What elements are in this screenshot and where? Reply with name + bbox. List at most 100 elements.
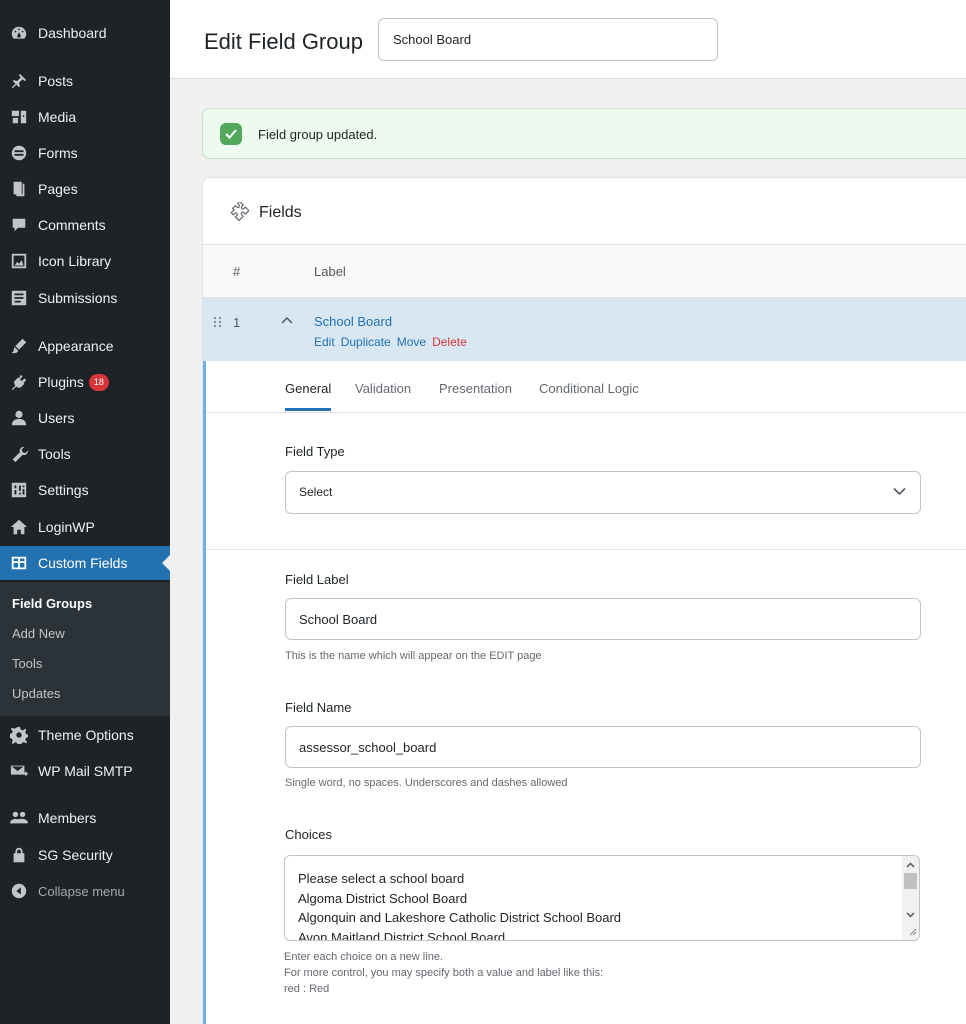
choice-line: Algonquin and Lakeshore Catholic Distric… (298, 910, 622, 925)
image-icon (9, 251, 29, 271)
choices-help: Enter each choice on a new line. For mor… (284, 949, 603, 997)
sidebar-item-theme-options[interactable]: Theme Options (0, 718, 170, 752)
sidebar-item-label: SG Security (38, 847, 113, 863)
sidebar-item-users[interactable]: Users (0, 401, 170, 435)
sidebar-item-submissions[interactable]: Submissions (0, 281, 170, 315)
submenu-item-tools[interactable]: Tools (0, 649, 170, 679)
duplicate-field-link[interactable]: Duplicate (341, 335, 391, 349)
choice-line: Algoma District School Board (298, 890, 468, 906)
collapse-menu-button[interactable]: Collapse menu (0, 874, 170, 908)
field-order-number: 1 (233, 315, 241, 330)
sidebar-item-label: Users (38, 410, 75, 426)
fields-table-header: # Label (203, 245, 966, 298)
tab-general[interactable]: General (285, 381, 332, 411)
custom-fields-submenu: Field Groups Add New Tools Updates (0, 582, 170, 716)
submenu-item-updates[interactable]: Updates (0, 679, 170, 709)
gear-icon (9, 725, 29, 745)
page-header: Edit Field Group (170, 0, 966, 79)
chevron-down-icon (893, 487, 906, 496)
choices-scrollbar[interactable] (902, 856, 919, 940)
choice-line: Please select a school board (298, 871, 465, 886)
field-label-link[interactable]: School Board (314, 314, 392, 329)
sidebar-item-comments[interactable]: Comments (0, 208, 170, 242)
scroll-thumb[interactable] (904, 873, 917, 889)
sidebar-item-media[interactable]: Media (0, 100, 170, 134)
chevron-up-icon[interactable] (281, 316, 293, 326)
move-field-link[interactable]: Move (397, 335, 426, 349)
sidebar-item-label: Tools (38, 446, 71, 462)
sidebar-item-label: Collapse menu (38, 883, 125, 899)
choices-help-line: For more control, you may specify both a… (284, 967, 604, 979)
sidebar-item-custom-fields[interactable]: Custom Fields (0, 546, 170, 580)
sidebar-item-label: Dashboard (38, 25, 107, 41)
sidebar-item-appearance[interactable]: Appearance (0, 329, 170, 363)
choices-help-line: red : Red (284, 983, 330, 995)
sidebar-item-sg-security[interactable]: SG Security (0, 838, 170, 872)
sidebar-item-forms[interactable]: Forms (0, 136, 170, 170)
section-divider (206, 549, 966, 550)
notice-message: Field group updated. (258, 127, 378, 142)
sidebar-item-label: Members (38, 810, 97, 826)
home-icon (9, 517, 29, 537)
sidebar-item-label: Plugins (38, 374, 84, 390)
sidebar-item-wp-mail-smtp[interactable]: WP Mail SMTP (0, 754, 170, 788)
sidebar-item-plugins[interactable]: Plugins 18 (0, 365, 170, 399)
tab-conditional-logic[interactable]: Conditional Logic (539, 381, 639, 408)
sidebar-item-settings[interactable]: Settings (0, 473, 170, 507)
field-name-input[interactable] (285, 726, 921, 768)
tab-validation[interactable]: Validation (355, 381, 411, 408)
field-name-label: Field Name (285, 700, 352, 715)
sidebar-item-label: Submissions (38, 290, 118, 306)
wrench-icon (9, 444, 29, 464)
sidebar-item-label: Settings (38, 482, 89, 498)
edit-field-link[interactable]: Edit (314, 335, 335, 349)
field-type-label: Field Type (285, 444, 345, 459)
sidebar-item-label: Comments (38, 217, 106, 233)
tab-presentation[interactable]: Presentation (439, 381, 512, 408)
submenu-item-add-new[interactable]: Add New (0, 619, 170, 649)
plugin-icon (9, 372, 29, 392)
field-name-help: Single word, no spaces. Underscores and … (285, 777, 568, 789)
admin-sidebar: Dashboard Posts Media Forms Pages Commen… (0, 0, 170, 1024)
sidebar-item-posts[interactable]: Posts (0, 64, 170, 98)
sidebar-item-label: Pages (38, 181, 78, 197)
field-row[interactable]: 1 School Board Edit Duplicate Move Delete (203, 298, 966, 361)
pin-icon (9, 71, 29, 91)
sidebar-item-label: Media (38, 109, 77, 125)
fields-panel: Fields # Label 1 School Board Edit Duplic… (202, 177, 966, 1024)
sidebar-item-label: Custom Fields (38, 555, 128, 571)
dashboard-icon (9, 23, 29, 43)
sidebar-item-pages[interactable]: Pages (0, 172, 170, 206)
sidebar-item-label: Icon Library (38, 253, 112, 269)
sidebar-item-dashboard[interactable]: Dashboard (0, 16, 170, 50)
sidebar-item-members[interactable]: Members (0, 801, 170, 835)
column-header-label: Label (314, 264, 346, 279)
scroll-down-icon[interactable] (906, 912, 915, 918)
sidebar-item-loginwp[interactable]: LoginWP (0, 510, 170, 544)
choices-textarea[interactable]: Please select a school board Algoma Dist… (284, 855, 920, 941)
sidebar-item-tools[interactable]: Tools (0, 437, 170, 471)
field-label-label: Field Label (285, 572, 349, 587)
submenu-item-field-groups[interactable]: Field Groups (0, 589, 170, 619)
fields-panel-title: Fields (259, 204, 302, 221)
settings-icon (9, 480, 29, 500)
field-group-title-input[interactable] (378, 18, 718, 61)
check-icon (220, 123, 242, 145)
choice-line: Avon Maitland District School Board (298, 929, 506, 941)
field-label-input[interactable] (285, 598, 921, 640)
drag-handle-icon[interactable] (213, 316, 223, 328)
choices-lines: Please select a school board Algoma Dist… (285, 869, 622, 941)
brush-icon (9, 336, 29, 356)
table-icon (9, 553, 29, 573)
resize-grip-icon[interactable] (907, 926, 917, 936)
sidebar-item-label: Posts (38, 73, 74, 89)
user-icon (9, 408, 29, 428)
field-type-select[interactable]: Select (285, 471, 921, 514)
field-row-actions: Edit Duplicate Move Delete (314, 335, 473, 349)
delete-field-link[interactable]: Delete (432, 335, 467, 349)
column-header-number: # (233, 264, 241, 279)
sidebar-item-label: Forms (38, 145, 78, 161)
scroll-up-icon[interactable] (906, 862, 915, 868)
success-notice: Field group updated. (202, 108, 966, 159)
sidebar-item-icon-library[interactable]: Icon Library (0, 244, 170, 278)
